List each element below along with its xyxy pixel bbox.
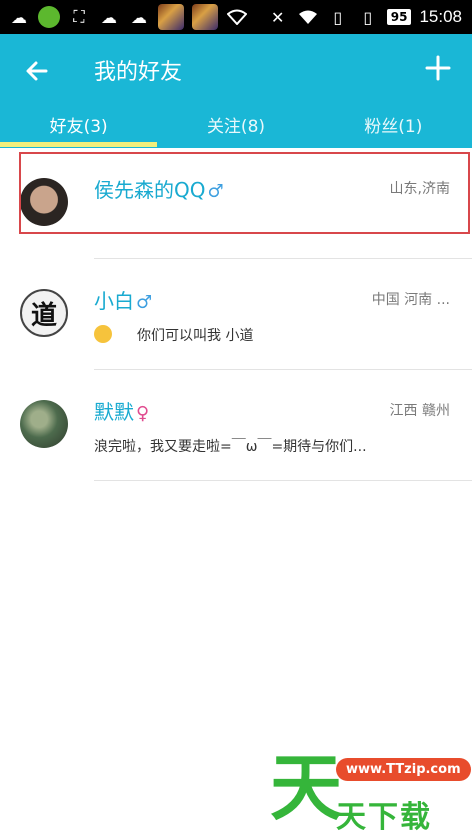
app-notification-icon (38, 6, 60, 28)
status-bar: ☁ ⛶ ☁ ☁ ✕ ▯ ▯ 95 15:08 (0, 0, 472, 34)
status-right-icons: ✕ ▯ ▯ 95 15:08 (267, 6, 462, 28)
watermark-text: 天下载 (336, 800, 432, 835)
app-header: 我的好友 好友(3) 关注(8) 粉丝(1) (0, 34, 472, 148)
sim-icon-2: ▯ (363, 7, 373, 27)
page-title: 我的好友 (94, 60, 183, 85)
wifi-signal-icon (297, 6, 319, 28)
sim-icon: ▯ (333, 7, 343, 27)
friend-signature: 浪完啦，我又要走啦=￣ω￣=期待与你们... (94, 439, 367, 455)
watermark-url: www.TTzip.com (336, 758, 471, 781)
friend-name-text: 小白 (94, 289, 134, 313)
wifi-icon (226, 6, 248, 28)
tab-fans[interactable]: 粉丝(1) (315, 110, 472, 148)
plus-icon[interactable] (422, 52, 454, 84)
list-item[interactable]: 侯先森的QQ ♂ 山东,济南 (0, 148, 472, 259)
arrow-left-icon[interactable] (22, 56, 52, 86)
list-item[interactable]: 道 小白 ♂ 中国 河南 ... 你们可以叫我 小道 (0, 259, 472, 370)
friend-location: 山东,济南 (389, 181, 450, 197)
friend-signature: 你们可以叫我 小道 (137, 328, 254, 344)
avatar-text: 道 (30, 300, 57, 331)
avatar[interactable] (20, 400, 68, 448)
watermark-logo: 天 www.TTzip.com 天下载 (270, 746, 471, 835)
mute-icon: ✕ (271, 7, 285, 27)
male-icon: ♂ (207, 181, 224, 202)
friend-name-text: 侯先森的QQ (94, 178, 206, 202)
friend-name: 小白 ♂ (94, 285, 152, 314)
battery-indicator: 95 (386, 9, 412, 25)
avatar[interactable]: 道 (20, 289, 68, 337)
friend-list: 侯先森的QQ ♂ 山东,济南 道 小白 ♂ 中国 河南 ... 你们可以叫我 小道 … (0, 148, 472, 481)
friend-location: 江西 赣州 (389, 403, 450, 419)
male-icon: ♂ (136, 292, 153, 313)
tab-indicator (0, 142, 157, 147)
female-icon: ♀ (136, 403, 150, 424)
friend-name: 默默 ♀ (94, 396, 149, 425)
cloud-outline-icon: ☁ (131, 7, 147, 27)
friend-location: 中国 河南 ... (371, 292, 450, 308)
list-item[interactable]: 默默 ♀ 江西 赣州 浪完啦，我又要走啦=￣ω￣=期待与你们... (0, 370, 472, 481)
tab-following[interactable]: 关注(8) (157, 110, 314, 148)
clock: 15:08 (419, 7, 462, 26)
status-left-icons: ☁ ⛶ ☁ ☁ (8, 4, 248, 30)
watermark-big-char: 天 (270, 746, 343, 830)
game-notification-icon-2 (192, 4, 218, 30)
laughing-emoji-icon (94, 325, 112, 343)
screenshot-icon: ⛶ (73, 7, 85, 26)
game-notification-icon (158, 4, 184, 30)
cloud-icon: ☁ (101, 7, 117, 27)
divider (94, 480, 472, 481)
avatar[interactable] (20, 178, 68, 226)
friend-name-text: 默默 (94, 400, 134, 424)
friend-name: 侯先森的QQ ♂ (94, 174, 224, 203)
weather-icon: ☁ (11, 7, 27, 27)
